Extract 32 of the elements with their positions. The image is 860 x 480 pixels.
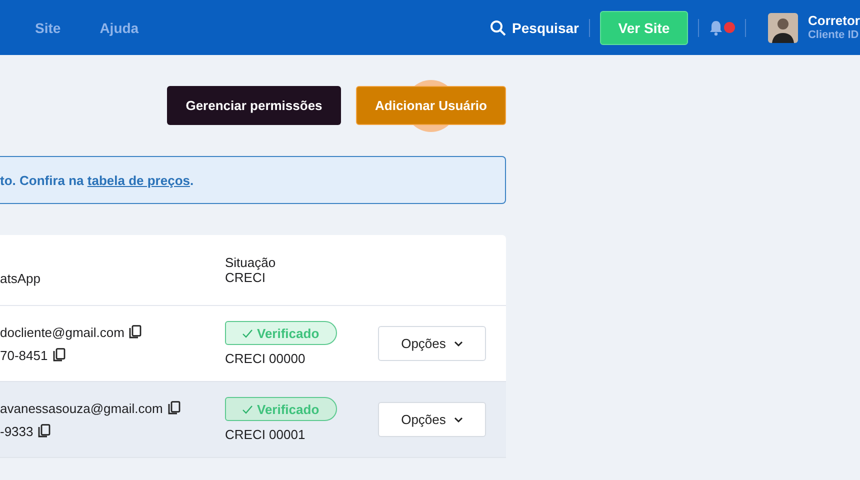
check-icon [242,328,253,338]
chevron-down-icon [454,416,463,422]
search-icon [490,20,506,36]
avatar-icon [768,12,798,42]
copy-icon [129,325,142,339]
copy-icon [38,424,52,438]
email-text: docliente@gmail.com [0,324,124,340]
chevron-down-icon [454,340,463,346]
bell-icon [708,20,723,36]
options-button[interactable]: Opções [378,402,486,437]
user-subtitle: Cliente ID [808,28,860,42]
action-button[interactable]: Gerenciar permissões [167,86,341,125]
notice-text: to. Confira na tabela de preços. [0,172,194,188]
status-text: Verificado [257,326,320,340]
price-table-link[interactable]: tabela de preços [87,172,190,188]
search-link[interactable]: Pesquisar [490,20,579,36]
status-text: Verificado [257,402,320,416]
copy-icon [168,401,181,415]
phone-text: -9333 [0,424,34,438]
email-text: avanessasouza@gmail.com [0,400,163,416]
column-header: atsApp [0,270,42,286]
phone-text: 70-8451 [0,348,48,362]
nav-link[interactable]: Ajuda [100,20,139,36]
copy-icon [52,348,66,362]
options-button[interactable]: Opções [378,326,486,361]
nav-link[interactable]: Site [35,20,61,36]
creci-text: CRECI 00000 [225,351,306,366]
user-name: Corretor [808,14,860,28]
column-header: Situação CRECI [225,255,277,285]
check-icon [242,404,253,414]
action-button[interactable]: Adicionar Usuário [356,86,506,125]
creci-text: CRECI 00001 [225,427,306,442]
